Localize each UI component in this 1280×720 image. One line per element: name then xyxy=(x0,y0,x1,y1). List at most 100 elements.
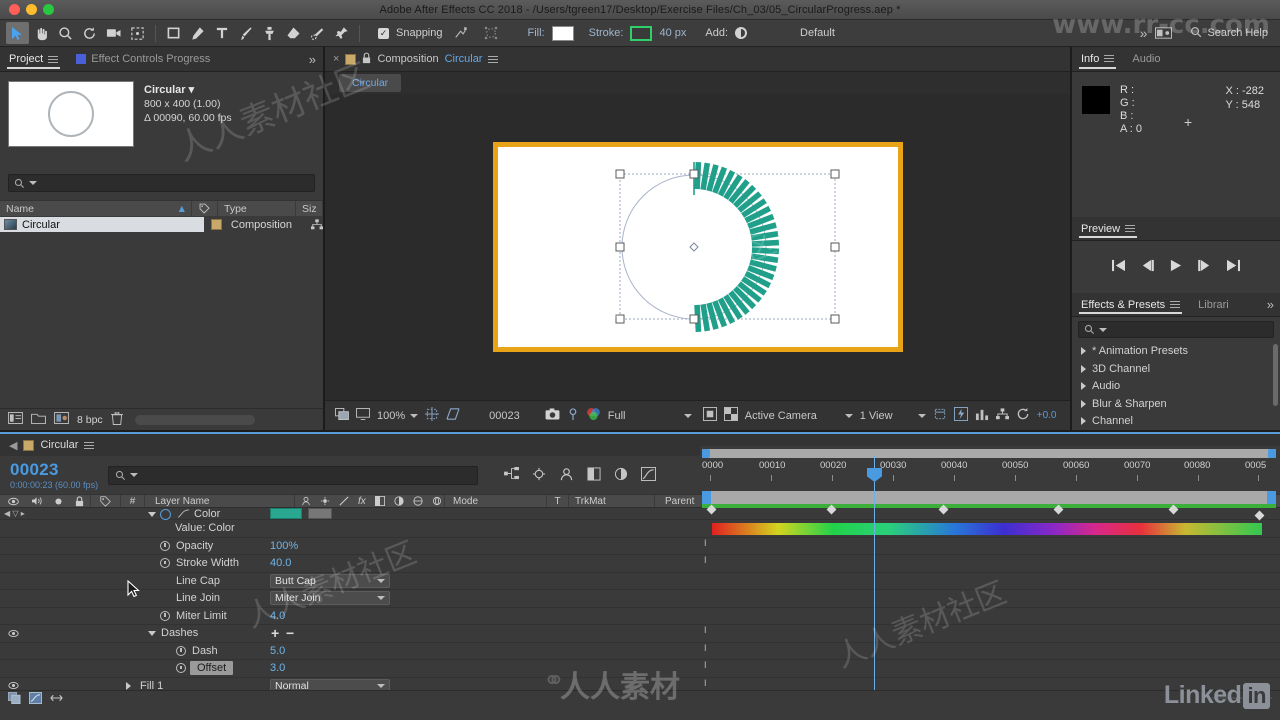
zoom-level-selector[interactable]: 100% xyxy=(377,410,419,422)
region-interest-toggle-icon[interactable] xyxy=(702,407,717,424)
reset-exposure-icon[interactable] xyxy=(1016,407,1030,424)
type-tool-icon[interactable] xyxy=(210,22,233,44)
color-value-swatch[interactable] xyxy=(270,508,302,519)
effects-category-item[interactable]: Channel xyxy=(1072,412,1280,430)
remove-dash-button[interactable]: − xyxy=(286,626,294,640)
always-preview-icon[interactable] xyxy=(335,408,349,423)
preview-panel-menu-icon[interactable] xyxy=(1125,223,1136,234)
timeline-graph-icon[interactable] xyxy=(975,408,989,424)
camera-tool-icon[interactable] xyxy=(102,22,125,44)
audio-switch-header-icon[interactable] xyxy=(26,495,48,507)
stopwatch-icon[interactable] xyxy=(176,663,186,674)
timeline-panel-menu-icon[interactable] xyxy=(84,440,95,451)
effects-search-caret-icon[interactable] xyxy=(1099,327,1107,332)
stopwatch-icon[interactable] xyxy=(160,610,170,621)
chevron-down-icon[interactable] xyxy=(148,630,156,636)
effects-panel-menu-icon[interactable] xyxy=(1170,299,1181,310)
column-name[interactable]: Name ▲ xyxy=(0,201,192,216)
effects-scrollbar[interactable] xyxy=(1273,344,1278,407)
composition-tab-name[interactable]: Circular xyxy=(445,53,483,65)
composition-chip[interactable]: Circular xyxy=(339,74,402,92)
snapping-options-icon[interactable] xyxy=(450,22,473,44)
hide-shy-layers-icon[interactable] xyxy=(559,467,574,484)
new-folder-icon[interactable] xyxy=(31,412,46,427)
search-help-icon[interactable] xyxy=(1190,26,1202,41)
project-item-tree-icon[interactable] xyxy=(307,219,324,230)
add-menu-icon[interactable] xyxy=(735,27,748,39)
channel-selector-icon[interactable] xyxy=(586,407,601,424)
stroke-label[interactable]: Stroke: xyxy=(589,27,624,39)
tab-project[interactable]: Project xyxy=(0,47,67,71)
fill-label[interactable]: Fill: xyxy=(528,27,545,39)
timeline-stretch-icon[interactable] xyxy=(50,692,63,707)
sort-ascending-icon[interactable]: ▲ xyxy=(177,203,187,215)
property-value-dash[interactable]: 5.0 xyxy=(270,645,285,657)
motion-blur-icon[interactable] xyxy=(614,467,628,484)
tab-libraries[interactable]: Librari xyxy=(1189,293,1238,317)
mode-column-header[interactable]: Mode xyxy=(444,495,546,507)
project-item-label-color[interactable] xyxy=(204,219,229,230)
keyframe-row-stroke-width[interactable]: I xyxy=(700,555,1280,573)
effects-search-input[interactable] xyxy=(1078,321,1274,339)
project-list-item-circular[interactable]: Circular Composition xyxy=(0,216,324,233)
pen-tool-icon[interactable] xyxy=(186,22,209,44)
workspace-layout-icon[interactable] xyxy=(1152,22,1175,44)
new-composition-icon[interactable] xyxy=(54,412,69,427)
rotation-tool-icon[interactable] xyxy=(78,22,101,44)
property-value-offset[interactable]: 3.0 xyxy=(270,662,285,674)
stroke-width-value[interactable]: 40 px xyxy=(659,27,686,39)
timeline-zoom-bar[interactable] xyxy=(702,449,1276,458)
project-item-name[interactable]: Circular ▾ xyxy=(144,83,232,97)
new-footage-icon[interactable] xyxy=(8,412,23,427)
tab-audio[interactable]: Audio xyxy=(1123,47,1169,71)
timeline-current-time[interactable]: 00023 0:00:00:23 (60.00 fps) xyxy=(10,460,98,490)
show-snapshot-icon[interactable] xyxy=(567,407,579,424)
next-frame-button[interactable] xyxy=(1197,259,1212,275)
stopwatch-icon[interactable] xyxy=(176,645,186,656)
keyframe-row-value-color[interactable] xyxy=(700,520,1280,538)
roto-brush-tool-icon[interactable] xyxy=(306,22,329,44)
composition-stage[interactable] xyxy=(325,94,1070,400)
stopwatch-icon[interactable] xyxy=(160,540,170,551)
lock-icon[interactable] xyxy=(362,52,371,67)
column-label-tag[interactable] xyxy=(192,201,218,216)
fill-color-swatch[interactable] xyxy=(551,25,574,41)
composition-canvas[interactable] xyxy=(492,142,903,352)
tab-effects-presets[interactable]: Effects & Presets xyxy=(1072,293,1189,317)
info-panel-menu-icon[interactable] xyxy=(1104,53,1115,64)
composition-mini-flowchart-icon[interactable] xyxy=(504,466,519,484)
mask-handles-icon[interactable] xyxy=(480,22,503,44)
resolution-selector[interactable]: Full xyxy=(608,410,692,422)
brush-tool-icon[interactable] xyxy=(234,22,257,44)
workspace-overflow-icon[interactable]: » xyxy=(1140,25,1148,41)
video-switch-header-icon[interactable] xyxy=(0,495,26,507)
line-cap-dropdown[interactable]: Butt Cap xyxy=(270,573,390,588)
project-panel-menu-icon[interactable] xyxy=(48,54,59,65)
transparency-grid-icon[interactable] xyxy=(723,407,738,424)
layer-name-column-header[interactable]: Layer Name xyxy=(144,495,294,507)
stopwatch-icon[interactable] xyxy=(160,558,170,569)
column-type[interactable]: Type xyxy=(218,201,296,216)
bit-depth-label[interactable]: 8 bpc xyxy=(77,414,103,426)
hand-tool-icon[interactable] xyxy=(30,22,53,44)
keyframe-marker[interactable] xyxy=(1254,510,1265,521)
property-value-miter-limit[interactable]: 4.0 xyxy=(270,610,285,622)
keyframe-row-opacity[interactable]: I xyxy=(700,538,1280,555)
fast-previews-icon[interactable] xyxy=(953,407,968,424)
fill-visibility-toggle[interactable] xyxy=(0,681,26,690)
close-composition-icon[interactable]: × xyxy=(333,53,339,65)
play-button[interactable] xyxy=(1169,259,1183,275)
effects-category-item[interactable]: 3D Channel xyxy=(1072,360,1280,378)
color-eyedropper-icon[interactable] xyxy=(308,508,332,519)
eraser-tool-icon[interactable] xyxy=(282,22,305,44)
keyframe-row-dash[interactable]: I xyxy=(700,643,1280,660)
tab-effect-controls[interactable]: Effect Controls Progress xyxy=(67,47,219,71)
exposure-value[interactable]: +0.0 xyxy=(1037,410,1057,421)
stroke-color-swatch[interactable] xyxy=(630,25,653,41)
playhead-line[interactable] xyxy=(867,456,882,706)
effects-panel-overflow-icon[interactable]: » xyxy=(1261,293,1280,317)
chevron-right-icon[interactable] xyxy=(126,681,131,690)
timeline-graph-toggle-icon[interactable] xyxy=(29,692,42,707)
monitor-icon[interactable] xyxy=(356,408,370,423)
views-selector[interactable]: 1 View xyxy=(860,410,926,422)
